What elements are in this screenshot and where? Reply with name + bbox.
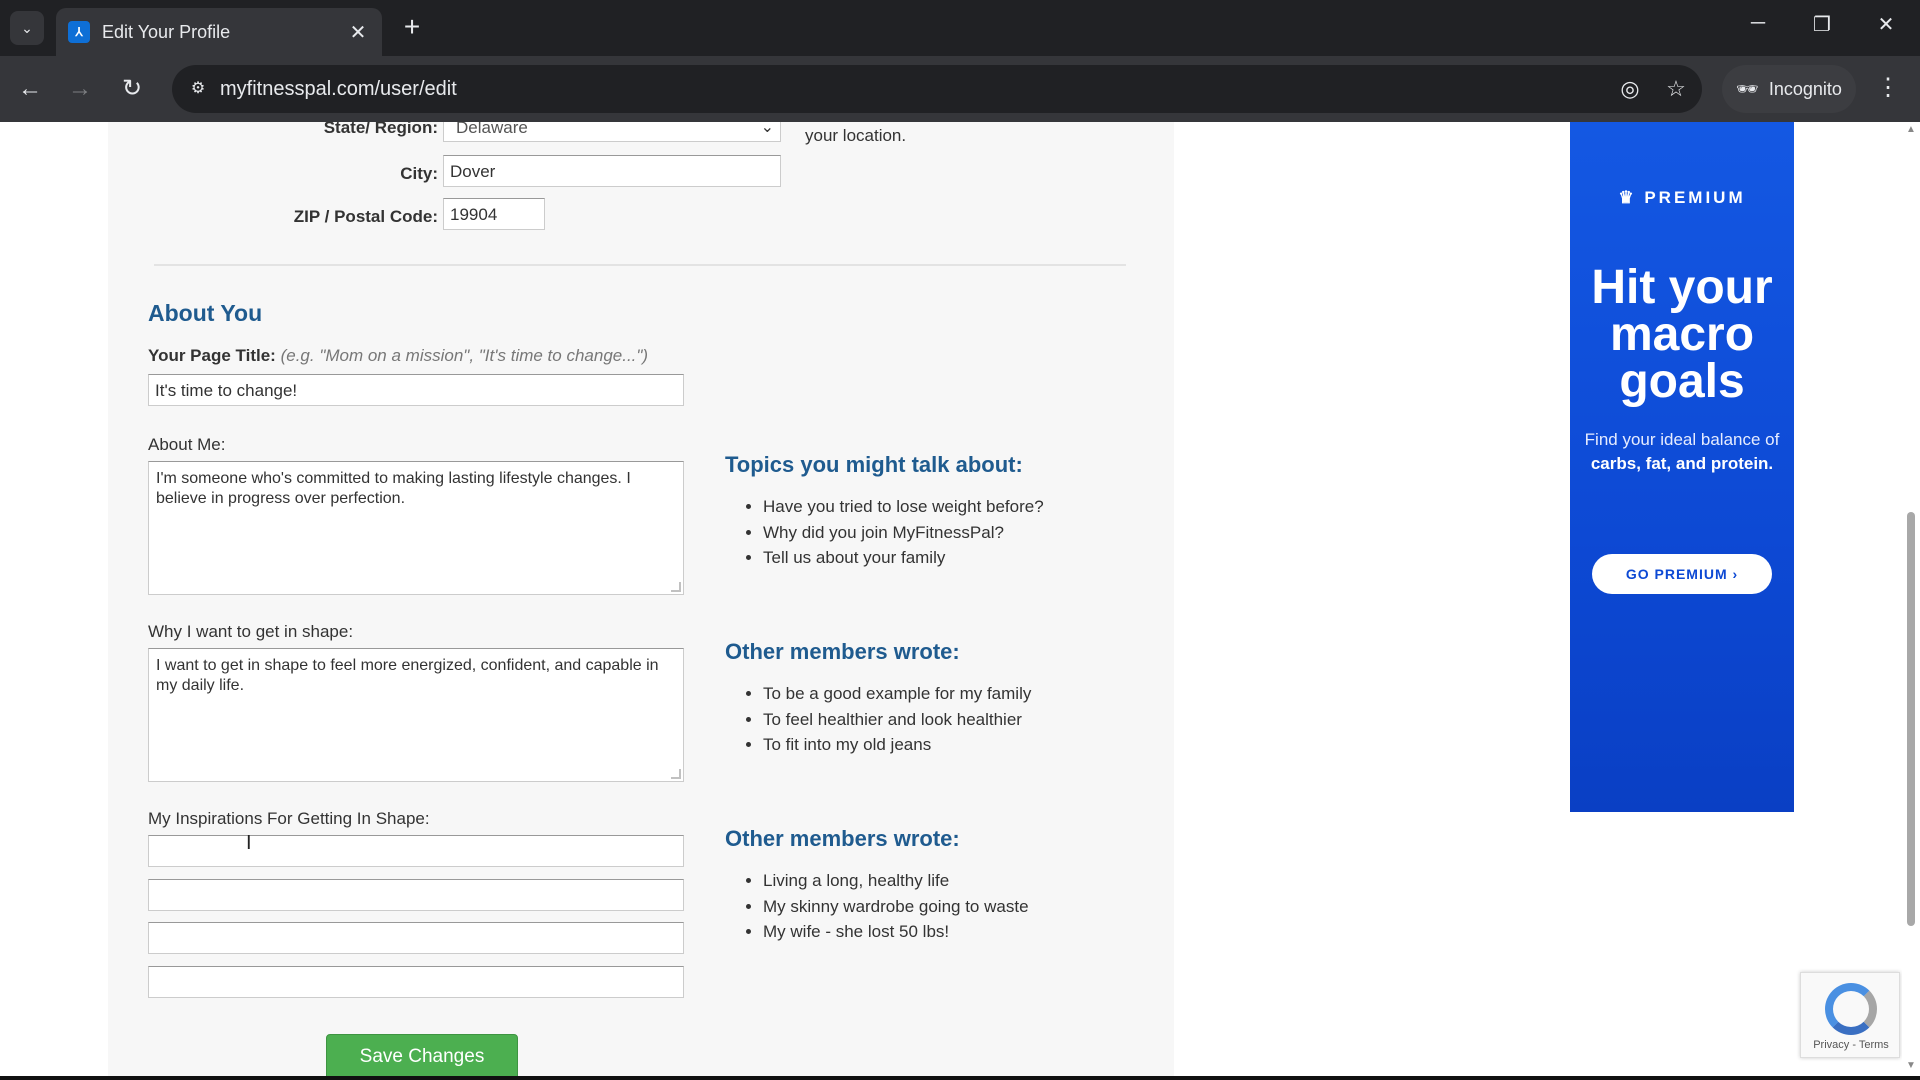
others-inspirations-list: Living a long, healthy life My skinny wa… [745, 868, 1029, 945]
city-input[interactable]: Dover [443, 155, 781, 187]
scrollbar-thumb[interactable] [1907, 512, 1915, 926]
topics-list: Have you tried to lose weight before? Wh… [745, 494, 1044, 571]
why-text: I want to get in shape to feel more ener… [156, 657, 659, 694]
eye-off-icon[interactable]: ◎ [1616, 76, 1644, 102]
address-bar[interactable]: ⚙ myfitnesspal.com/user/edit ◎ ☆ [172, 65, 1702, 113]
ad-sub-text: Find your ideal balance of [1584, 430, 1780, 449]
screen-bottom-edge [0, 1076, 1920, 1080]
reload-icon[interactable]: ↻ [116, 73, 148, 105]
list-item: Why did you join MyFitnessPal? [763, 520, 1044, 546]
ad-headline-line: macro [1609, 308, 1755, 361]
about-me-text: I'm someone who's committed to making la… [156, 470, 631, 507]
tab-search-button[interactable]: ⌄ [10, 11, 44, 45]
browser-toolbar: ← → ↻ ⚙ myfitnesspal.com/user/edit ◎ ☆ 🕶… [0, 56, 1920, 122]
list-item: My wife - she lost 50 lbs! [763, 919, 1029, 945]
new-tab-button[interactable]: + [396, 12, 428, 44]
back-icon[interactable]: ← [14, 73, 46, 105]
ad-badge-text: PREMIUM [1644, 188, 1746, 207]
chevron-down-icon: ⌄ [760, 122, 774, 136]
others-why-title: Other members wrote: [725, 639, 960, 664]
list-item: To be a good example for my family [763, 681, 1031, 707]
page-viewport: State/ Region: Delaware ⌄ your location.… [0, 122, 1920, 1080]
list-item: Living a long, healthy life [763, 868, 1029, 894]
close-window-icon[interactable]: ✕ [1866, 12, 1906, 37]
list-item: Have you tried to lose weight before? [763, 494, 1044, 520]
ad-premium-badge: ♛ PREMIUM [1570, 188, 1794, 208]
section-divider [154, 264, 1126, 266]
scroll-up-icon[interactable]: ▲ [1906, 124, 1916, 135]
zip-label: ZIP / Postal Code: [293, 207, 438, 226]
topics-title: Topics you might talk about: [725, 452, 1023, 477]
ad-sub-bold: carbs, fat, and protein. [1590, 454, 1774, 473]
state-label: State/ Region: [323, 122, 438, 137]
others-why-list: To be a good example for my family To fe… [745, 681, 1031, 758]
tab-close-icon[interactable]: ✕ [346, 20, 370, 45]
ad-subtext: Find your ideal balance of carbs, fat, a… [1580, 428, 1784, 476]
state-select[interactable]: Delaware ⌄ [443, 122, 781, 142]
city-label: City: [400, 164, 438, 183]
section-title: About You [148, 300, 263, 326]
state-value: Delaware [456, 122, 528, 137]
location-note: your location. [805, 126, 907, 145]
inspirations-label: My Inspirations For Getting In Shape: [148, 809, 430, 828]
inspiration-input-1[interactable] [148, 835, 684, 867]
recaptcha-icon [1825, 983, 1877, 1035]
bookmark-star-icon[interactable]: ☆ [1662, 76, 1690, 102]
chevron-down-icon: ⌄ [21, 19, 33, 36]
ad-headline: Hit your macro goals [1570, 261, 1794, 408]
minimize-icon[interactable]: ─ [1738, 12, 1778, 35]
browser-tab[interactable]: ⅄ Edit Your Profile ✕ [56, 8, 382, 56]
zip-input[interactable]: 19904 [443, 198, 545, 230]
resize-handle-icon[interactable] [671, 582, 681, 592]
list-item: My skinny wardrobe going to waste [763, 894, 1029, 920]
list-item: To feel healthier and look healthier [763, 707, 1031, 733]
list-item: To fit into my old jeans [763, 732, 1031, 758]
about-me-textarea[interactable]: I'm someone who's committed to making la… [148, 461, 684, 595]
myfitnesspal-favicon-icon: ⅄ [68, 21, 90, 43]
about-me-label: About Me: [148, 435, 226, 454]
incognito-badge[interactable]: 🕶 Incognito [1722, 65, 1856, 113]
inspiration-input-3[interactable] [148, 922, 684, 954]
page-title-input[interactable]: It's time to change! [148, 374, 684, 406]
ad-headline-line: Hit your [1591, 261, 1773, 314]
text-cursor-icon: I [246, 832, 252, 854]
url-text[interactable]: myfitnesspal.com/user/edit [220, 78, 457, 101]
forward-icon[interactable]: → [64, 73, 96, 105]
tab-title: Edit Your Profile [102, 21, 231, 42]
inspiration-input-2[interactable] [148, 879, 684, 911]
ad-headline-line: goals [1619, 355, 1745, 408]
restore-icon[interactable]: ❐ [1802, 12, 1842, 37]
browser-menu-icon[interactable]: ⋮ [1876, 73, 1900, 102]
page-title-hint: (e.g. "Mom on a mission", "It's time to … [280, 346, 649, 365]
others-inspirations-title: Other members wrote: [725, 826, 960, 851]
recaptcha-badge[interactable]: Privacy - Terms [1800, 972, 1900, 1058]
why-label: Why I want to get in shape: [148, 622, 354, 641]
page-title-label-text: Your Page Title: [148, 346, 276, 365]
premium-ad[interactable]: ♛ PREMIUM Hit your macro goals Find your… [1570, 122, 1794, 812]
save-changes-button[interactable]: Save Changes [326, 1034, 518, 1080]
page-title-label: Your Page Title: (e.g. "Mom on a mission… [148, 346, 648, 366]
resize-handle-icon[interactable] [671, 769, 681, 779]
recaptcha-links[interactable]: Privacy - Terms [1801, 1039, 1901, 1051]
tab-strip: ⌄ ⅄ Edit Your Profile ✕ + ─ ❐ ✕ [0, 0, 1920, 56]
list-item: Tell us about your family [763, 545, 1044, 571]
profile-form: State/ Region: Delaware ⌄ your location.… [108, 122, 1174, 1080]
incognito-icon: 🕶 [1736, 78, 1759, 99]
page-scrollbar[interactable]: ▲ ▼ [1902, 122, 1920, 1080]
crown-icon: ♛ [1618, 188, 1645, 207]
scroll-down-icon[interactable]: ▼ [1906, 1060, 1916, 1071]
inspiration-input-4[interactable] [148, 966, 684, 998]
why-textarea[interactable]: I want to get in shape to feel more ener… [148, 648, 684, 782]
site-settings-icon[interactable]: ⚙ [186, 77, 210, 101]
go-premium-button[interactable]: GO PREMIUM › [1592, 554, 1772, 594]
incognito-label: Incognito [1768, 78, 1842, 99]
